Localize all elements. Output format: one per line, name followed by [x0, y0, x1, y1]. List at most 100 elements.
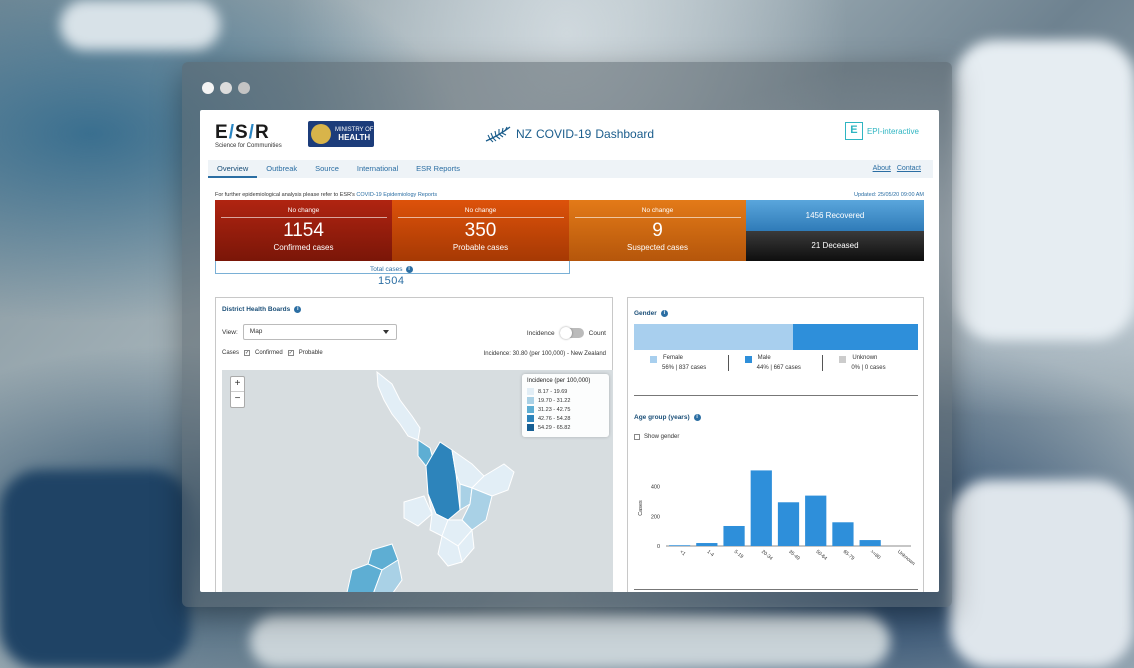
incidence-count-toggle[interactable] — [559, 327, 584, 339]
suspected-count: 9 — [652, 220, 663, 241]
suspected-change: No change — [641, 207, 674, 214]
total-cases-label-wrap: Total cases i — [370, 266, 413, 273]
title-prefix: NZ — [516, 127, 532, 141]
cases-filter-row: Cases ✓ Confirmed ✓ Probable — [222, 350, 323, 356]
x-tick-label: >=80 — [869, 549, 882, 561]
bar-1-4 — [696, 543, 718, 546]
tab-outbreak[interactable]: Outbreak — [257, 160, 306, 178]
tab-esr-reports[interactable]: ESR Reports — [407, 160, 469, 178]
tab-overview[interactable]: Overview — [208, 160, 258, 178]
section-divider — [634, 395, 918, 396]
x-tick-label: <1 — [678, 549, 686, 557]
bar-50-64 — [805, 495, 827, 546]
epidemiology-reports-link[interactable]: COVID-19 Epidemiology Reports — [356, 192, 437, 198]
demographics-panel: Gender i Female 56% | 837 cases Male 44%… — [627, 297, 924, 592]
probable-checkbox[interactable]: ✓ — [287, 350, 294, 356]
x-tick-label: 50-64 — [814, 549, 828, 562]
gender-legend-male: Male 44% | 667 cases — [729, 355, 824, 371]
info-icon[interactable]: i — [660, 310, 668, 317]
x-tick-label: 65-79 — [842, 549, 856, 562]
probable-label: Probable cases — [452, 243, 509, 252]
age-group-chart: Cases 0 200 400 <1 1-4 5-19 20-34 35-49 50-64 65-7… — [638, 470, 916, 567]
about-link[interactable]: About — [873, 160, 891, 178]
esr-logo-mark: E/S/R — [215, 122, 270, 143]
legend-item: 8.17 - 19.69 — [527, 387, 604, 396]
nav-bar: Overview Outbreak Source International E… — [208, 160, 933, 178]
esr-logo[interactable]: E/S/R Science for Communities — [215, 122, 282, 149]
legend-item: 19.70 - 31.22 — [527, 396, 604, 405]
legend-item: 42.76 - 54.28 — [527, 414, 604, 423]
gender-title: Gender — [634, 310, 657, 317]
region-taranaki[interactable] — [403, 495, 433, 527]
moh-line2: HEALTH — [338, 133, 371, 142]
close-dot[interactable] — [202, 82, 214, 94]
legend-label: 8.17 - 19.69 — [538, 388, 568, 395]
legend-swatch — [650, 356, 657, 363]
moh-logo-text: MINISTRY OF HEALTH — [335, 127, 373, 142]
info-icon[interactable]: i — [405, 266, 413, 273]
region-northland[interactable] — [376, 370, 421, 441]
title-main: COVID-19 — [536, 127, 592, 141]
show-gender-checkbox[interactable] — [634, 434, 640, 440]
gender-bar-male[interactable] — [793, 324, 918, 350]
legend-swatch — [744, 356, 752, 363]
background-shape — [60, 0, 220, 50]
tab-international[interactable]: International — [348, 160, 407, 178]
bar-35-49 — [777, 502, 800, 546]
maximize-dot[interactable] — [238, 82, 250, 94]
info-icon[interactable]: i — [693, 414, 701, 421]
x-tick-label: 1-4 — [706, 549, 716, 558]
legend-item: 31.23 - 42.75 — [527, 405, 604, 414]
confirmed-checkbox[interactable]: ✓ — [244, 350, 251, 356]
view-select[interactable]: Map — [242, 324, 397, 340]
divider — [220, 217, 387, 218]
ministry-of-health-logo[interactable]: MINISTRY OF HEALTH — [308, 121, 374, 147]
legend-swatch — [527, 388, 534, 395]
background-shape — [0, 470, 190, 668]
koru-emblem-icon — [311, 124, 331, 144]
gender-bar-female[interactable] — [634, 324, 794, 350]
confirmed-label: Confirmed cases — [273, 243, 334, 252]
zoom-control: + − — [230, 376, 245, 408]
gender-bar — [634, 324, 918, 350]
bar-<1 — [668, 545, 691, 546]
legend-title: Incidence (per 100,000) — [527, 378, 591, 384]
legend-swatch — [527, 424, 534, 431]
info-text: For further epidemiological analysis ple… — [215, 192, 437, 198]
epi-interactive-logo[interactable]: E EPI-interactive — [844, 122, 919, 140]
info-text-body: For further epidemiological analysis ple… — [215, 192, 355, 198]
x-tick-label: 5-19 — [733, 549, 745, 560]
y-axis-label: Cases — [638, 500, 644, 516]
dhb-map[interactable]: + − Incidence (per 100,000) 8.17 - 19.69… — [222, 370, 613, 592]
zoom-in-button[interactable]: + — [231, 377, 244, 392]
dashboard-page: E/S/R Science for Communities MINISTRY O… — [200, 110, 939, 592]
probable-change: No change — [464, 207, 497, 214]
contact-link[interactable]: Contact — [897, 160, 921, 178]
gender-title-wrap: Gender i — [634, 310, 668, 317]
minimize-dot[interactable] — [220, 82, 232, 94]
count-label: Count — [588, 329, 606, 337]
legend-label: 19.70 - 31.22 — [538, 397, 571, 404]
confirmed-change: No change — [287, 207, 320, 214]
confirmed-checkbox-label: Confirmed — [255, 350, 283, 356]
probable-checkbox-label: Probable — [298, 350, 323, 356]
male-value: 44% | 667 cases — [756, 365, 801, 371]
cases-label: Cases — [222, 350, 240, 356]
deceased-count: 21 Deceased — [746, 231, 924, 261]
toggle-knob — [559, 327, 572, 339]
tab-source[interactable]: Source — [306, 160, 348, 178]
gender-legend: Female 56% | 837 cases Male 44% | 667 ca… — [634, 355, 918, 371]
view-select-value: Map — [249, 328, 263, 335]
recovered-count: 1456 Recovered — [746, 200, 924, 231]
info-icon[interactable]: i — [294, 306, 302, 313]
outcomes-card: 1456 Recovered 21 Deceased — [746, 200, 924, 261]
background-shape — [950, 480, 1134, 668]
header: E/S/R Science for Communities MINISTRY O… — [200, 110, 939, 160]
unknown-label: Unknown — [852, 355, 878, 361]
confirmed-count: 1154 — [283, 220, 324, 241]
x-tick-label: 20-34 — [760, 549, 774, 562]
view-label: View: — [222, 328, 238, 336]
legend-swatch — [839, 356, 847, 363]
zoom-out-button[interactable]: − — [231, 392, 244, 407]
suspected-label: Suspected cases — [627, 243, 688, 252]
